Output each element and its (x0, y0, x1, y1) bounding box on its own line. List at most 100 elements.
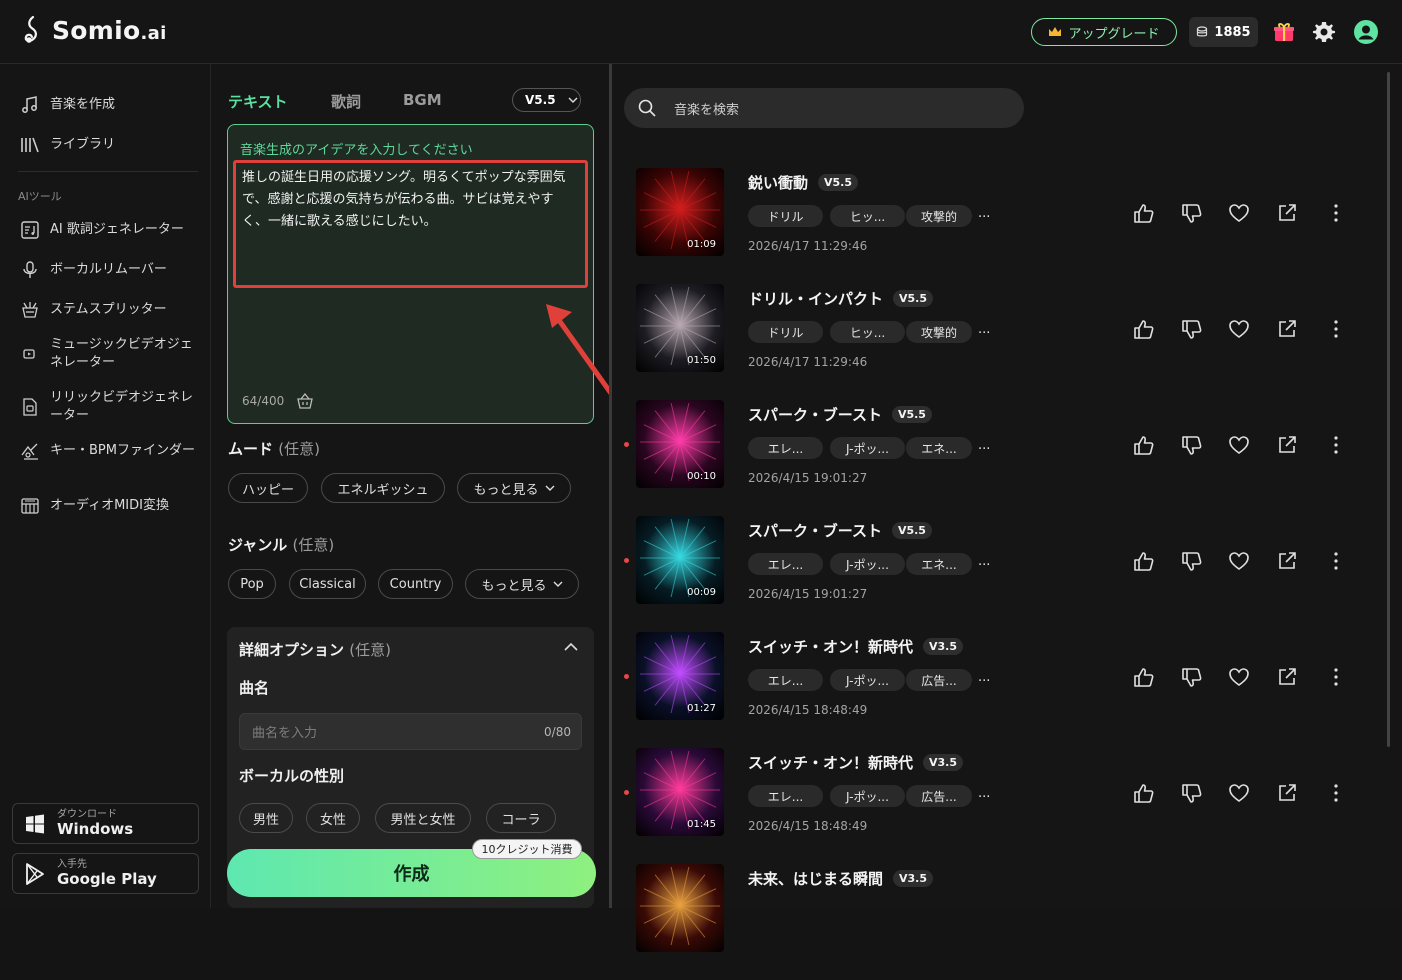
mood-more-button[interactable]: もっと見る (457, 473, 571, 503)
track-tag[interactable]: 広告... (906, 669, 972, 691)
sidebar-item-vocal-remover[interactable]: ボーカルリムーバー (20, 260, 200, 280)
share-icon[interactable] (1276, 666, 1298, 688)
sidebar-item-library[interactable]: ライブラリ (20, 135, 200, 155)
track-row[interactable]: 01:09 鋭い衝動 V5.5 ドリル ヒッ... 攻撃的... 2026/4/17 11:… (612, 168, 1402, 284)
song-name-input[interactable]: 曲名を入力 0/80 (239, 713, 582, 750)
user-avatar-icon[interactable] (1354, 20, 1378, 44)
app-logo[interactable]: Somio.ai (22, 15, 167, 45)
sidebar-item-audio-midi[interactable]: オーディオMIDI変換 (20, 496, 200, 516)
clear-basket-icon[interactable] (296, 393, 314, 409)
track-tags-more[interactable]: ... (978, 554, 990, 569)
more-options-icon[interactable] (1325, 434, 1347, 456)
thumbs-up-icon[interactable] (1132, 666, 1154, 688)
track-title[interactable]: ドリル・インパクト (748, 288, 883, 309)
thumbs-up-icon[interactable] (1132, 202, 1154, 224)
heart-icon[interactable] (1228, 434, 1250, 456)
vocal-chip-chorus[interactable]: コーラ (486, 803, 556, 833)
heart-icon[interactable] (1228, 202, 1250, 224)
thumbs-down-icon[interactable] (1180, 202, 1202, 224)
share-icon[interactable] (1276, 318, 1298, 340)
track-row[interactable]: 未来、はじまる瞬間 V3.5 (612, 864, 1402, 980)
track-cover[interactable]: 01:50 (636, 284, 724, 372)
track-title[interactable]: スパーク・ブースト (748, 404, 882, 425)
version-select[interactable]: V5.5 (512, 88, 581, 112)
track-tag[interactable]: 攻撃的 (906, 321, 972, 343)
settings-gear-icon[interactable] (1312, 20, 1336, 44)
more-options-icon[interactable] (1325, 666, 1347, 688)
heart-icon[interactable] (1228, 782, 1250, 804)
thumbs-up-icon[interactable] (1132, 318, 1154, 340)
search-bar[interactable]: 音楽を検索 (624, 88, 1024, 128)
share-icon[interactable] (1276, 434, 1298, 456)
track-tag[interactable]: エネ... (906, 437, 972, 459)
track-tag[interactable]: エレ... (748, 553, 823, 575)
sidebar-item-create-music[interactable]: 音楽を作成 (20, 95, 200, 115)
genre-chip-classical[interactable]: Classical (289, 569, 366, 599)
mood-chip-happy[interactable]: ハッピー (228, 473, 308, 503)
details-title[interactable]: 詳細オプション (任意) (239, 639, 391, 660)
track-tags-more[interactable]: ... (978, 786, 990, 801)
track-title[interactable]: スパーク・ブースト (748, 520, 882, 541)
more-options-icon[interactable] (1325, 318, 1347, 340)
prompt-text[interactable]: 推しの誕生日用の応援ソング。明るくてポップな雰囲気で、感謝と応援の気持ちが伝わる… (233, 160, 588, 288)
track-tag[interactable]: エレ... (748, 437, 823, 459)
genre-more-button[interactable]: もっと見る (465, 569, 579, 599)
heart-icon[interactable] (1228, 318, 1250, 340)
gift-icon[interactable] (1272, 20, 1296, 44)
genre-chip-country[interactable]: Country (378, 569, 453, 599)
track-row[interactable]: 01:50 ドリル・インパクト V5.5 ドリル ヒッ... 攻撃的... 2026/4/1… (612, 284, 1402, 400)
thumbs-up-icon[interactable] (1132, 550, 1154, 572)
track-tag[interactable]: エレ... (748, 669, 823, 691)
track-row[interactable]: 00:09 スパーク・ブースト V5.5 エレ... J-ポッ... エネ...... 20… (612, 516, 1402, 632)
upgrade-button[interactable]: アップグレード (1031, 18, 1177, 46)
track-title[interactable]: スイッチ・オン！新時代 (748, 752, 913, 773)
track-tag[interactable]: J-ポッ... (830, 553, 905, 575)
track-cover[interactable]: 01:27 (636, 632, 724, 720)
track-row[interactable]: 01:45 スイッチ・オン！新時代 V3.5 エレ... J-ポッ... 広告......… (612, 748, 1402, 864)
vocal-chip-female[interactable]: 女性 (306, 803, 360, 833)
track-tags-more[interactable]: ... (978, 322, 990, 337)
track-row[interactable]: 01:27 スイッチ・オン！新時代 V3.5 エレ... J-ポッ... 広告......… (612, 632, 1402, 748)
scrollbar[interactable] (1387, 72, 1390, 747)
genre-chip-pop[interactable]: Pop (228, 569, 276, 599)
track-title[interactable]: 未来、はじまる瞬間 (748, 868, 883, 889)
sidebar-item-key-bpm-finder[interactable]: キー・BPMファインダー (20, 441, 200, 461)
track-tag[interactable]: エレ... (748, 785, 823, 807)
track-tags-more[interactable]: ... (978, 438, 990, 453)
track-title[interactable]: スイッチ・オン！新時代 (748, 636, 913, 657)
more-options-icon[interactable] (1325, 202, 1347, 224)
track-tag[interactable]: ヒッ... (830, 205, 905, 227)
share-icon[interactable] (1276, 550, 1298, 572)
download-windows-button[interactable]: ダウンロード Windows (12, 803, 199, 844)
track-tag[interactable]: J-ポッ... (830, 785, 905, 807)
track-tag[interactable]: 攻撃的 (906, 205, 972, 227)
thumbs-up-icon[interactable] (1132, 434, 1154, 456)
heart-icon[interactable] (1228, 550, 1250, 572)
more-options-icon[interactable] (1325, 550, 1347, 572)
more-options-icon[interactable] (1325, 782, 1347, 804)
track-cover[interactable] (636, 864, 724, 952)
share-icon[interactable] (1276, 202, 1298, 224)
vocal-chip-male[interactable]: 男性 (239, 803, 293, 833)
track-tag[interactable]: ヒッ... (830, 321, 905, 343)
sidebar-item-lyrics-generator[interactable]: AI 歌詞ジェネレーター (20, 220, 200, 240)
track-tag[interactable]: 広告... (906, 785, 972, 807)
heart-icon[interactable] (1228, 666, 1250, 688)
prompt-textarea[interactable]: 音楽生成のアイデアを入力してください 推しの誕生日用の応援ソング。明るくてポップ… (227, 124, 594, 424)
sidebar-item-lyric-video-generator[interactable]: リリックビデオジェネレーター (20, 389, 200, 425)
track-tags-more[interactable]: ... (978, 670, 990, 685)
google-play-button[interactable]: 入手先 Google Play (12, 853, 199, 894)
track-cover[interactable]: 01:45 (636, 748, 724, 836)
track-tag[interactable]: J-ポッ... (830, 669, 905, 691)
thumbs-up-icon[interactable] (1132, 782, 1154, 804)
sidebar-item-music-video-generator[interactable]: ミュージックビデオジェネレーター (20, 336, 200, 372)
track-tag[interactable]: J-ポッ... (830, 437, 905, 459)
track-cover[interactable]: 00:10 (636, 400, 724, 488)
track-title[interactable]: 鋭い衝動 (748, 172, 808, 193)
vocal-chip-male-female[interactable]: 男性と女性 (375, 803, 471, 833)
tab-lyrics[interactable]: 歌詞 (331, 91, 361, 112)
mood-chip-energetic[interactable]: エネルギッシュ (321, 473, 445, 503)
track-cover[interactable]: 00:09 (636, 516, 724, 604)
chevron-up-icon[interactable] (564, 643, 578, 651)
thumbs-down-icon[interactable] (1180, 318, 1202, 340)
